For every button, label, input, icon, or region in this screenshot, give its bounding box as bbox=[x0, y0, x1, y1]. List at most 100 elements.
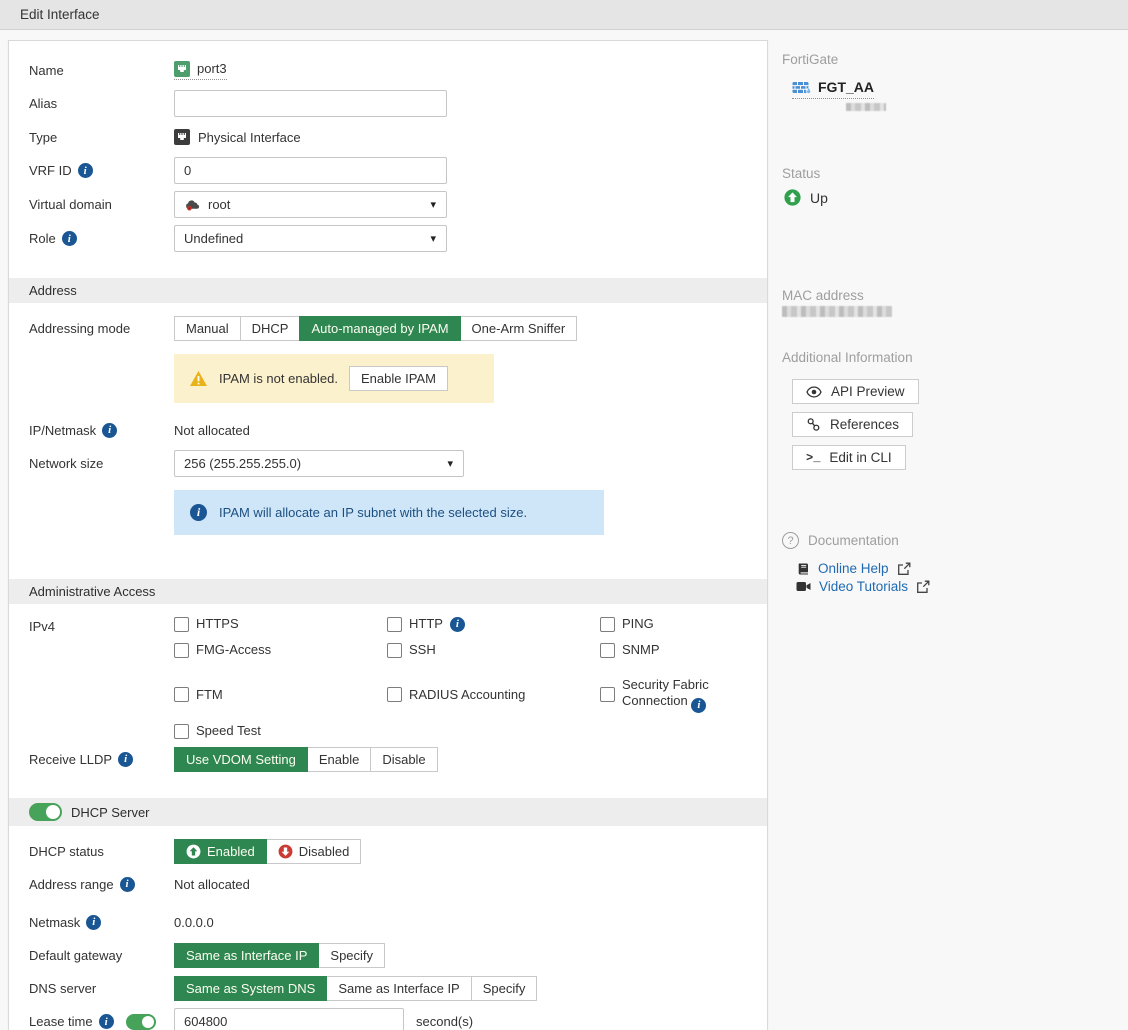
checkbox-fmg-access[interactable]: FMG-Access bbox=[174, 642, 387, 658]
checkbox-box[interactable] bbox=[600, 617, 615, 632]
dhcp-status-control: Enabled Disabled bbox=[174, 839, 361, 864]
checkbox-radius-accounting[interactable]: RADIUS Accounting bbox=[387, 677, 600, 714]
documentation-header: ? Documentation bbox=[782, 532, 1118, 549]
info-icon[interactable]: i bbox=[62, 231, 77, 246]
checkbox-box[interactable] bbox=[174, 617, 189, 632]
field-row-dhcp-status: DHCP status Enabled Disabled bbox=[29, 838, 747, 864]
checkbox-box[interactable] bbox=[174, 724, 189, 739]
addressing-mode-dhcp[interactable]: DHCP bbox=[240, 316, 301, 341]
checkbox-box[interactable] bbox=[387, 687, 402, 702]
lease-time-input[interactable] bbox=[174, 1008, 404, 1030]
field-row-name: Name port3 bbox=[29, 57, 747, 83]
device-link[interactable]: FGT_AA bbox=[792, 79, 874, 99]
info-icon[interactable]: i bbox=[118, 752, 133, 767]
info-icon[interactable]: i bbox=[120, 877, 135, 892]
field-row-ipv4: IPv4 HTTPS HTTP i PING FMG-Access SSH bbox=[29, 616, 747, 739]
additional-info-label: Additional Information bbox=[782, 350, 1118, 365]
checkbox-box[interactable] bbox=[174, 643, 189, 658]
ipam-warning-box: IPAM is not enabled. Enable IPAM bbox=[174, 354, 494, 403]
dhcp-status-enabled[interactable]: Enabled bbox=[174, 839, 267, 864]
lease-time-label: Lease time i bbox=[29, 1014, 174, 1030]
chevron-down-icon: ▾ bbox=[430, 232, 436, 245]
section-address: Address bbox=[9, 278, 767, 303]
lease-time-unit: second(s) bbox=[416, 1014, 473, 1029]
status-section-label: Status bbox=[782, 166, 1118, 181]
field-row-lease-time: Lease time i second(s) bbox=[29, 1008, 747, 1030]
checkbox-ftm[interactable]: FTM bbox=[174, 677, 387, 714]
dns-same-as-interface[interactable]: Same as Interface IP bbox=[326, 976, 471, 1001]
gateway-same-as-interface[interactable]: Same as Interface IP bbox=[174, 943, 319, 968]
info-icon[interactable]: i bbox=[99, 1014, 114, 1029]
references-button[interactable]: References bbox=[792, 412, 913, 437]
book-icon bbox=[796, 562, 810, 576]
type-label: Type bbox=[29, 130, 174, 145]
ipv4-label: IPv4 bbox=[29, 616, 174, 634]
field-row-receive-lldp: Receive LLDP i Use VDOM Setting Enable D… bbox=[29, 746, 747, 772]
vdom-cloud-icon bbox=[184, 197, 201, 212]
fortigate-section-label: FortiGate bbox=[782, 52, 1118, 67]
checkbox-box[interactable] bbox=[600, 687, 615, 702]
virtual-domain-select[interactable]: root ▾ bbox=[174, 191, 447, 218]
field-row-vrf: VRF ID i bbox=[29, 157, 747, 184]
dhcp-server-toggle[interactable] bbox=[29, 803, 62, 821]
network-size-select[interactable]: 256 (255.255.255.0) ▾ bbox=[174, 450, 464, 477]
api-preview-button[interactable]: API Preview bbox=[792, 379, 919, 404]
lldp-disable[interactable]: Disable bbox=[370, 747, 437, 772]
address-range-label: Address range i bbox=[29, 877, 174, 892]
addressing-mode-sniffer[interactable]: One-Arm Sniffer bbox=[460, 316, 578, 341]
mac-address-redacted bbox=[782, 306, 892, 317]
field-row-default-gateway: Default gateway Same as Interface IP Spe… bbox=[29, 942, 747, 968]
netmask-label: Netmask i bbox=[29, 915, 174, 930]
alias-label: Alias bbox=[29, 96, 174, 111]
info-icon[interactable]: i bbox=[450, 617, 465, 632]
dns-same-as-system[interactable]: Same as System DNS bbox=[174, 976, 327, 1001]
gateway-specify[interactable]: Specify bbox=[318, 943, 385, 968]
checkbox-https[interactable]: HTTPS bbox=[174, 616, 387, 632]
dns-specify[interactable]: Specify bbox=[471, 976, 538, 1001]
info-icon[interactable]: i bbox=[691, 698, 706, 713]
checkbox-box[interactable] bbox=[174, 687, 189, 702]
addressing-mode-control: Manual DHCP Auto-managed by IPAM One-Arm… bbox=[174, 316, 577, 341]
checkbox-security-fabric[interactable]: Security Fabric Connection i bbox=[600, 677, 747, 714]
question-icon: ? bbox=[782, 532, 799, 549]
addressing-mode-label: Addressing mode bbox=[29, 321, 174, 336]
status-up-icon bbox=[784, 189, 801, 206]
role-select[interactable]: Undefined ▾ bbox=[174, 225, 447, 252]
alias-input[interactable] bbox=[174, 90, 447, 117]
lldp-vdom-setting[interactable]: Use VDOM Setting bbox=[174, 747, 308, 772]
page-title: Edit Interface bbox=[20, 7, 100, 22]
info-icon[interactable]: i bbox=[78, 163, 93, 178]
vrf-id-input[interactable] bbox=[174, 157, 447, 184]
checkbox-ping[interactable]: PING bbox=[600, 616, 747, 632]
online-help-link[interactable]: Online Help bbox=[796, 561, 1118, 576]
field-row-type: Type Physical Interface bbox=[29, 124, 747, 150]
physical-interface-icon bbox=[174, 129, 190, 145]
enable-ipam-button[interactable]: Enable IPAM bbox=[349, 366, 448, 391]
checkbox-snmp[interactable]: SNMP bbox=[600, 642, 747, 658]
info-icon[interactable]: i bbox=[86, 915, 101, 930]
edit-in-cli-button[interactable]: >_ Edit in CLI bbox=[792, 445, 906, 470]
video-tutorials-link[interactable]: Video Tutorials bbox=[796, 579, 1118, 594]
dhcp-status-disabled[interactable]: Disabled bbox=[266, 839, 362, 864]
checkbox-speed-test[interactable]: Speed Test bbox=[174, 723, 387, 739]
checkbox-http[interactable]: HTTP i bbox=[387, 616, 600, 632]
addressing-mode-ipam[interactable]: Auto-managed by IPAM bbox=[299, 316, 460, 341]
lldp-enable[interactable]: Enable bbox=[307, 747, 371, 772]
video-camera-icon bbox=[796, 581, 811, 592]
addressing-mode-manual[interactable]: Manual bbox=[174, 316, 241, 341]
info-icon[interactable]: i bbox=[102, 423, 117, 438]
checkbox-box[interactable] bbox=[600, 643, 615, 658]
field-row-ip-netmask: IP/Netmask i Not allocated bbox=[29, 417, 747, 443]
field-row-vdom: Virtual domain root ▾ bbox=[29, 191, 747, 218]
ip-netmask-value: Not allocated bbox=[174, 423, 250, 438]
interface-name-value: port3 bbox=[197, 61, 227, 76]
lease-time-toggle[interactable] bbox=[126, 1014, 156, 1030]
page-header: Edit Interface bbox=[0, 0, 1128, 30]
checkbox-ssh[interactable]: SSH bbox=[387, 642, 600, 658]
receive-lldp-label: Receive LLDP i bbox=[29, 752, 174, 767]
device-name: FGT_AA bbox=[818, 79, 874, 95]
interface-name-field[interactable]: port3 bbox=[174, 61, 227, 80]
checkbox-box[interactable] bbox=[387, 617, 402, 632]
checkbox-box[interactable] bbox=[387, 643, 402, 658]
chevron-down-icon: ▾ bbox=[447, 457, 453, 470]
